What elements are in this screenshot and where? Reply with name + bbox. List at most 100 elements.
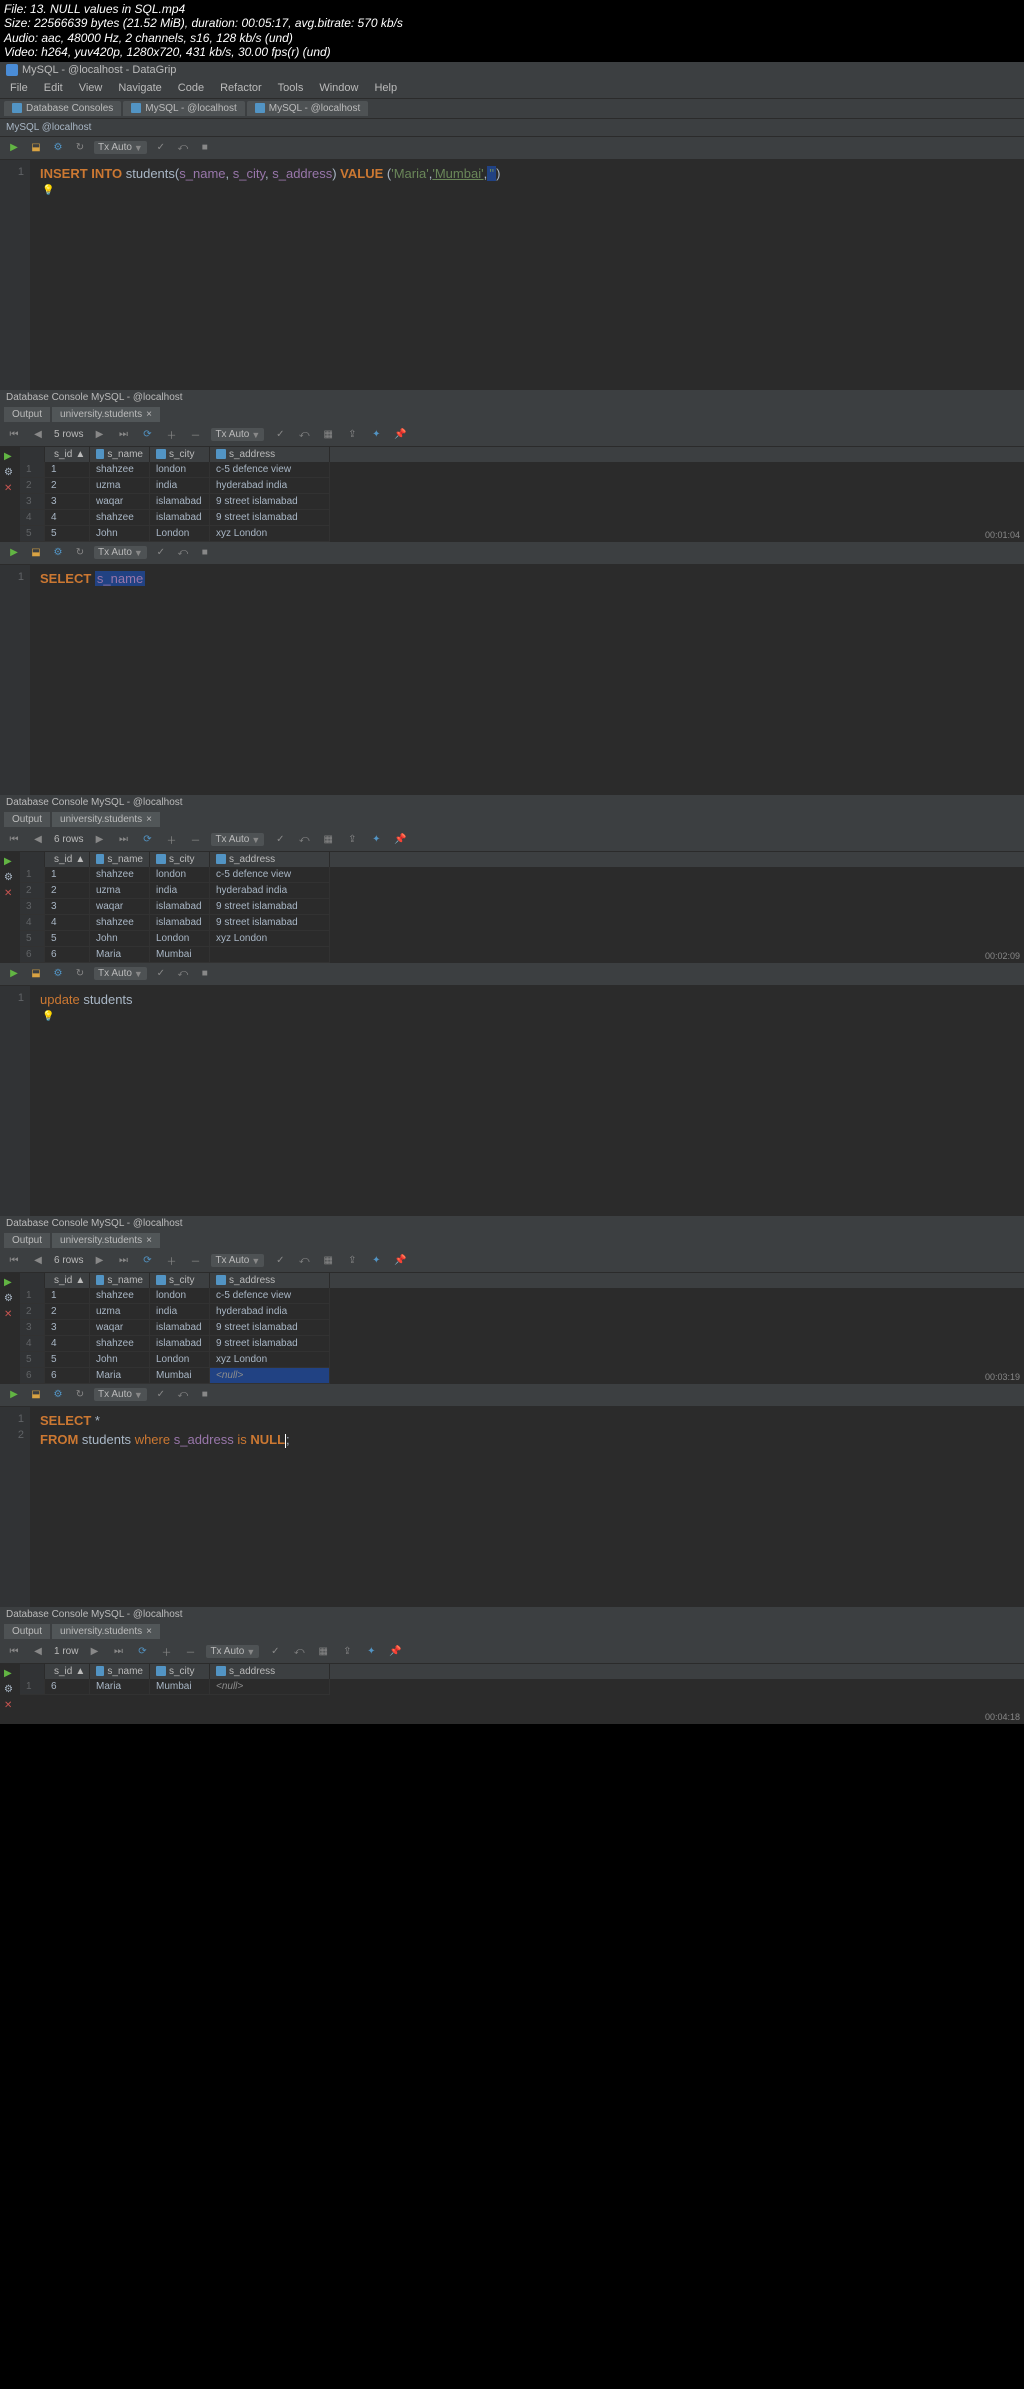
- first-page-button[interactable]: ⏮: [6, 1644, 22, 1660]
- submit-button[interactable]: ✓: [267, 1644, 283, 1660]
- tab-mysql-localhost-1[interactable]: MySQL - @localhost: [123, 101, 244, 116]
- result-tx-dropdown[interactable]: Tx Auto ▼: [206, 1645, 259, 1658]
- commit-button[interactable]: ✓: [153, 140, 169, 156]
- cell-address[interactable]: c-5 defence view: [210, 462, 330, 478]
- col-id-header[interactable]: s_id ▲: [45, 1273, 90, 1288]
- cell-city[interactable]: islamabad: [150, 915, 210, 931]
- delete-row-button[interactable]: －: [182, 1644, 198, 1660]
- stop-button[interactable]: ■: [197, 140, 213, 156]
- menu-file[interactable]: File: [4, 80, 34, 96]
- table-row[interactable]: 66MariaMumbai: [20, 947, 1024, 963]
- submit-button[interactable]: ✓: [272, 427, 288, 443]
- rollback-button[interactable]: ⤺: [175, 1387, 191, 1403]
- console-tab-output[interactable]: Output: [4, 407, 50, 422]
- reload-button[interactable]: ⟳: [134, 1644, 150, 1660]
- cell-id[interactable]: 6: [45, 1679, 90, 1695]
- last-page-button[interactable]: ⏭: [115, 1253, 131, 1269]
- stop-button[interactable]: ■: [197, 966, 213, 982]
- sql-editor[interactable]: 1 update students 💡: [0, 986, 1024, 1216]
- result-tx-dropdown[interactable]: Tx Auto ▼: [211, 428, 264, 441]
- first-page-button[interactable]: ⏮: [6, 427, 22, 443]
- last-page-button[interactable]: ⏭: [110, 1644, 126, 1660]
- code-area[interactable]: SELECT * FROM students where s_address i…: [30, 1407, 1024, 1607]
- col-id-header[interactable]: s_id ▲: [45, 1664, 90, 1679]
- side-run-icon[interactable]: ▶: [4, 856, 16, 868]
- menu-edit[interactable]: Edit: [38, 80, 69, 96]
- export-button[interactable]: ⇪: [344, 427, 360, 443]
- prev-page-button[interactable]: ◀: [30, 427, 46, 443]
- side-run-icon[interactable]: ▶: [4, 1668, 16, 1680]
- side-run-icon[interactable]: ▶: [4, 451, 16, 463]
- cell-address[interactable]: xyz London: [210, 931, 330, 947]
- cell-name[interactable]: John: [90, 1352, 150, 1368]
- revert-button[interactable]: ⤺: [291, 1644, 307, 1660]
- cell-id[interactable]: 5: [45, 931, 90, 947]
- col-addr-header[interactable]: s_address: [210, 852, 330, 867]
- col-num-header[interactable]: [20, 1664, 45, 1679]
- settings-button[interactable]: ⚙: [50, 1387, 66, 1403]
- side-gear-icon[interactable]: ⚙: [4, 1684, 16, 1696]
- side-gear-icon[interactable]: ⚙: [4, 467, 16, 479]
- cell-address[interactable]: 9 street islamabad: [210, 1336, 330, 1352]
- settings-button[interactable]: ⚙: [50, 966, 66, 982]
- table-row[interactable]: 33waqarislamabad9 street islamabad: [20, 494, 1024, 510]
- intention-bulb-icon[interactable]: 💡: [42, 183, 1014, 198]
- cell-name[interactable]: shahzee: [90, 1336, 150, 1352]
- cell-address[interactable]: hyderabad india: [210, 478, 330, 494]
- cell-address[interactable]: <null>: [210, 1368, 330, 1384]
- side-run-icon[interactable]: ▶: [4, 1277, 16, 1289]
- breadcrumb[interactable]: MySQL @localhost: [6, 122, 91, 133]
- console-tab-output[interactable]: Output: [4, 812, 50, 827]
- menu-code[interactable]: Code: [172, 80, 210, 96]
- view-button[interactable]: ▦: [320, 1253, 336, 1269]
- run-button[interactable]: ▶: [6, 966, 22, 982]
- run-button[interactable]: ▶: [6, 140, 22, 156]
- table-row[interactable]: 44shahzeeislamabad9 street islamabad: [20, 1336, 1024, 1352]
- cell-address[interactable]: xyz London: [210, 1352, 330, 1368]
- sql-editor[interactable]: 1 SELECT s_name: [0, 565, 1024, 795]
- cell-city[interactable]: Mumbai: [150, 947, 210, 963]
- side-gear-icon[interactable]: ⚙: [4, 872, 16, 884]
- tx-mode-dropdown[interactable]: Tx Auto ▼: [94, 1388, 147, 1401]
- cell-id[interactable]: 2: [45, 883, 90, 899]
- pin-button[interactable]: 📌: [392, 427, 408, 443]
- explain-button[interactable]: ⬓: [28, 1387, 44, 1403]
- reload-button[interactable]: ⟳: [139, 427, 155, 443]
- col-name-header[interactable]: s_name: [90, 1664, 150, 1679]
- view-button[interactable]: ▦: [320, 427, 336, 443]
- delete-row-button[interactable]: －: [187, 427, 203, 443]
- history-button[interactable]: ↻: [72, 545, 88, 561]
- table-row[interactable]: 22uzmaindiahyderabad india: [20, 883, 1024, 899]
- history-button[interactable]: ↻: [72, 140, 88, 156]
- tx-mode-dropdown[interactable]: Tx Auto ▼: [94, 141, 147, 154]
- pin-button[interactable]: 📌: [387, 1644, 403, 1660]
- tab-database-consoles[interactable]: Database Consoles: [4, 101, 121, 116]
- cell-name[interactable]: waqar: [90, 494, 150, 510]
- menu-help[interactable]: Help: [368, 80, 403, 96]
- col-city-header[interactable]: s_city: [150, 852, 210, 867]
- cell-id[interactable]: 6: [45, 1368, 90, 1384]
- console-tab-result[interactable]: university.students ×: [52, 1233, 160, 1248]
- prev-page-button[interactable]: ◀: [30, 832, 46, 848]
- cell-id[interactable]: 1: [45, 867, 90, 883]
- run-button[interactable]: ▶: [6, 545, 22, 561]
- explain-button[interactable]: ⬓: [28, 140, 44, 156]
- cell-name[interactable]: Maria: [90, 947, 150, 963]
- cell-city[interactable]: islamabad: [150, 510, 210, 526]
- table-row[interactable]: 33waqarislamabad9 street islamabad: [20, 1320, 1024, 1336]
- delete-row-button[interactable]: －: [187, 832, 203, 848]
- cell-address[interactable]: xyz London: [210, 526, 330, 542]
- add-row-button[interactable]: ＋: [158, 1644, 174, 1660]
- first-page-button[interactable]: ⏮: [6, 832, 22, 848]
- table-row[interactable]: 11shahzeelondonc-5 defence view: [20, 1288, 1024, 1304]
- settings-button[interactable]: ⚙: [50, 140, 66, 156]
- cell-id[interactable]: 4: [45, 510, 90, 526]
- cell-name[interactable]: uzma: [90, 883, 150, 899]
- col-name-header[interactable]: s_name: [90, 1273, 150, 1288]
- cell-id[interactable]: 1: [45, 462, 90, 478]
- last-page-button[interactable]: ⏭: [115, 832, 131, 848]
- menu-navigate[interactable]: Navigate: [112, 80, 167, 96]
- console-tab-result[interactable]: university.students ×: [52, 407, 160, 422]
- revert-button[interactable]: ⤺: [296, 832, 312, 848]
- commit-button[interactable]: ✓: [153, 1387, 169, 1403]
